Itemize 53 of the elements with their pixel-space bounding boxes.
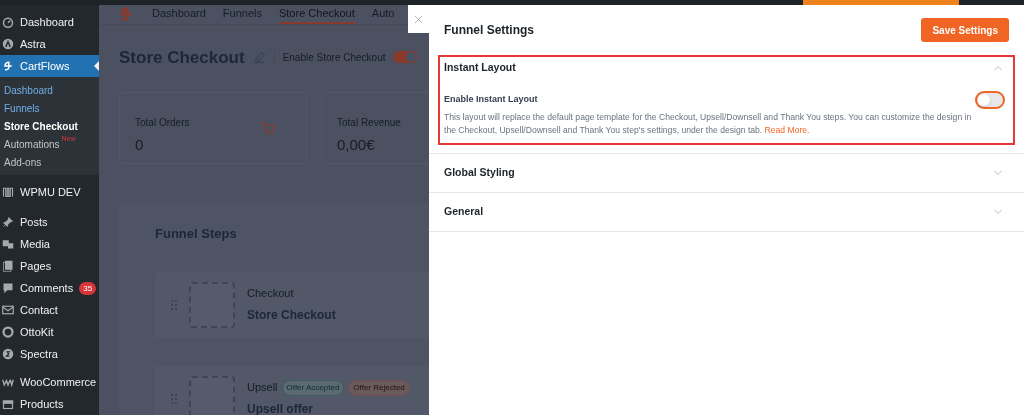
sidebar-item[interactable]: WPMU DEV — [0, 181, 99, 203]
step-type: Checkout — [247, 286, 294, 302]
step-type: Upsell — [247, 380, 278, 396]
sidebar-item[interactable]: CartFlows — [0, 55, 99, 77]
sidebar-item[interactable]: Contact — [0, 299, 99, 321]
ring-icon — [2, 326, 14, 338]
gauge-icon — [2, 16, 14, 28]
sidebar-item[interactable]: Products — [0, 393, 99, 415]
sidebar-item[interactable]: OttoKit — [0, 321, 99, 343]
setting-label: Enable Instant Layout — [444, 93, 538, 107]
submenu-item[interactable]: Funnels — [0, 99, 99, 117]
wpmu-logo-icon — [2, 186, 14, 198]
submenu-item[interactable]: Dashboard — [0, 81, 99, 99]
close-icon — [414, 14, 423, 24]
cartflows-logo-icon — [2, 60, 14, 72]
sidebar-item[interactable]: Media — [0, 233, 99, 255]
speech-bubble-icon — [2, 282, 14, 294]
sidebar-item[interactable]: Astra — [0, 33, 99, 55]
status-badge: Offer Accepted — [281, 379, 345, 396]
panel-title: Funnel Settings — [444, 22, 534, 39]
accordion-title: Global Styling — [444, 165, 515, 181]
submenu-item[interactable]: Add-ons — [0, 153, 99, 171]
chevron-icon — [993, 65, 1003, 71]
submenu-label: Automations — [4, 137, 60, 152]
submenu-item[interactable]: Store Checkout — [0, 117, 99, 135]
toggle-switch[interactable] — [393, 51, 418, 64]
accordion-header[interactable]: General — [440, 201, 1013, 223]
sidebar-item[interactable]: Dashboard — [0, 11, 99, 33]
accordion-header[interactable]: Instant Layout — [440, 57, 1013, 79]
close-button[interactable] — [408, 5, 429, 33]
cartflows-logo-icon — [117, 5, 135, 24]
sidebar-item[interactable]: WooCommerce — [0, 371, 99, 393]
count-badge: 35 — [79, 281, 97, 295]
chevron-icon — [993, 170, 1003, 176]
accordion-header[interactable]: Global Styling — [440, 162, 1013, 184]
sidebar-item[interactable]: Spectra — [0, 343, 99, 365]
pushpin-icon — [2, 216, 14, 228]
archive-box-icon — [2, 398, 14, 410]
stat-value: 0,00€ — [337, 135, 376, 155]
toggle-switch[interactable] — [975, 91, 1005, 109]
status-badge: Offer Rejected — [348, 379, 410, 396]
sidebar-item[interactable]: Posts — [0, 211, 99, 233]
media-icon — [2, 238, 14, 250]
pages-icon — [2, 260, 14, 272]
chevron-icon — [993, 209, 1003, 215]
woo-logo-icon — [2, 376, 14, 388]
stat-value: 0 — [135, 135, 145, 155]
envelope-icon — [2, 304, 14, 316]
setting-description: This layout will replace the default page template for the Checkout, Upsell/Downsell and Thank You steps. You can customize the design in the Checkout, Upsell/Downsell and Thank You step's settings, under the design tab. Read More. — [444, 111, 973, 137]
sidebar-item[interactable]: Pages — [0, 255, 99, 277]
accordion-title: Instant Layout — [444, 60, 516, 76]
accordion-title: General — [444, 204, 484, 220]
sidebar-item[interactable]: Comments 35 — [0, 277, 99, 299]
